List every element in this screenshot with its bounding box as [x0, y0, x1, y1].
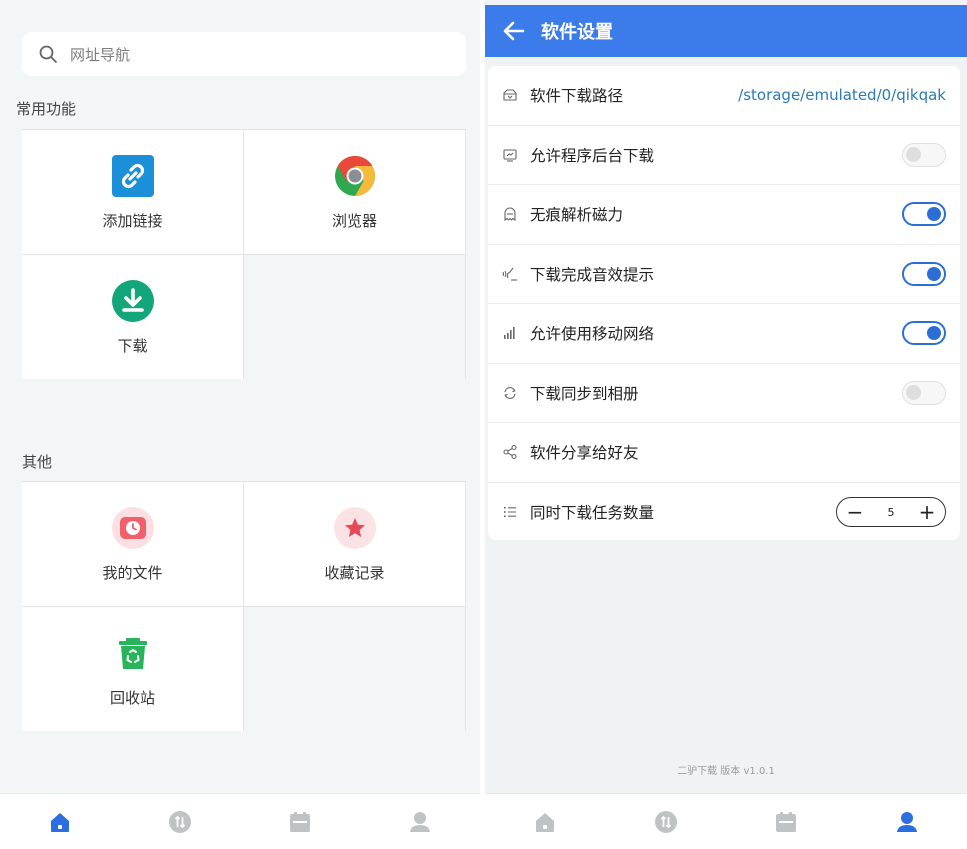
grid-item-label: 添加链接: [102, 211, 163, 230]
grid-item-favorites[interactable]: 收藏记录: [244, 482, 465, 606]
background-download-toggle[interactable]: [902, 142, 946, 167]
user-icon: [410, 811, 430, 832]
setting-download-path[interactable]: 软件下载路径 /storage/emulated/0/qikqak: [488, 66, 960, 126]
user-icon: [896, 811, 917, 832]
setting-label: 允许使用移动网络: [530, 325, 655, 344]
tab-profile[interactable]: [407, 809, 433, 835]
tab-calendar[interactable]: [287, 809, 313, 835]
star-icon: [333, 506, 376, 549]
sync-album-toggle[interactable]: [902, 380, 946, 405]
sync-icon: [504, 386, 516, 399]
grid-empty-cell: [244, 607, 465, 731]
section-title-common: 常用功能: [16, 100, 77, 118]
clock-folder-icon: [111, 506, 154, 549]
incognito-magnet-toggle[interactable]: [902, 202, 946, 227]
folder-icon: [503, 89, 517, 101]
tab-home[interactable]: [47, 809, 73, 835]
home-icon: [536, 812, 555, 832]
setting-concurrent-tasks: 同时下载任务数量 − 5 +: [488, 483, 960, 541]
tab-calendar[interactable]: [773, 809, 799, 835]
ghost-icon: [504, 207, 516, 222]
search-bar[interactable]: 网址导航: [22, 32, 466, 76]
setting-label: 下载同步到相册: [530, 384, 639, 403]
setting-label: 软件下载路径: [530, 87, 624, 106]
bottom-tab-bar: [0, 793, 480, 849]
search-icon: [39, 45, 57, 63]
setting-download-sound: 下载完成音效提示: [488, 245, 960, 304]
transfer-icon: [169, 810, 191, 833]
list-icon: [504, 507, 516, 518]
tab-transfer[interactable]: [653, 809, 679, 835]
chrome-browser-icon: [334, 155, 375, 196]
link-icon: [111, 154, 154, 197]
setting-label: 下载完成音效提示: [530, 265, 655, 284]
grid-item-my-files[interactable]: 我的文件: [22, 482, 243, 606]
download-path-value[interactable]: /storage/emulated/0/qikqak: [738, 86, 946, 104]
setting-label: 允许程序后台下载: [530, 146, 655, 165]
version-text: 二驴下载 版本 v1.0.1: [677, 766, 775, 777]
setting-label: 软件分享给好友: [530, 444, 639, 463]
signal-icon: [504, 327, 515, 340]
grid-item-browser[interactable]: 浏览器: [244, 130, 465, 254]
setting-background-download: 允许程序后台下载: [488, 126, 960, 185]
grid-item-label: 下载: [117, 336, 148, 355]
setting-sync-album: 下载同步到相册: [488, 364, 960, 423]
settings-screen: 软件设置 软件下载路径 /storage/emulated/0/qikqak 允…: [485, 0, 967, 849]
calendar-icon: [290, 811, 310, 832]
grid-item-download[interactable]: 下载: [22, 255, 243, 379]
recycle-bin-icon: [118, 637, 147, 669]
mobile-network-toggle[interactable]: [902, 321, 946, 346]
section-title-other: 其他: [22, 453, 53, 471]
grid-item-add-link[interactable]: 添加链接: [22, 130, 243, 254]
search-placeholder: 网址导航: [70, 45, 131, 64]
page-title: 软件设置: [541, 22, 613, 43]
grid-empty-cell: [244, 255, 465, 379]
calendar-icon: [776, 811, 797, 832]
back-arrow-icon[interactable]: [501, 18, 527, 44]
bottom-tab-bar: [485, 793, 967, 849]
grid-item-label: 回收站: [109, 688, 155, 707]
grid-item-label: 收藏记录: [324, 563, 385, 582]
tab-home[interactable]: [532, 809, 558, 835]
grid-item-recycle-bin[interactable]: 回收站: [22, 607, 243, 731]
setting-incognito-magnet: 无痕解析磁力: [488, 185, 960, 245]
setting-share-app[interactable]: 软件分享给好友: [488, 423, 960, 483]
share-icon: [503, 445, 517, 460]
tab-transfer[interactable]: [167, 809, 193, 835]
download-sound-toggle[interactable]: [902, 261, 946, 286]
other-functions-grid: 我的文件 收藏记录 回收站: [22, 481, 466, 731]
transfer-icon: [654, 810, 677, 833]
app-bar: 软件设置: [485, 5, 967, 57]
increment-button[interactable]: +: [917, 502, 937, 522]
home-icon: [51, 812, 69, 832]
download-icon: [111, 279, 154, 322]
settings-list: 软件下载路径 /storage/emulated/0/qikqak 允许程序后台…: [488, 66, 960, 540]
setting-label: 同时下载任务数量: [530, 504, 655, 523]
setting-label: 无痕解析磁力: [530, 206, 624, 225]
tab-profile[interactable]: [894, 809, 920, 835]
home-screen: 网址导航 常用功能 添加链接 浏览器 下载 其他 我的文件 收藏记录 回收站: [0, 0, 480, 849]
grid-item-label: 浏览器: [331, 211, 377, 230]
stepper-value: 5: [887, 505, 895, 519]
common-functions-grid: 添加链接 浏览器 下载: [22, 129, 466, 379]
monitor-icon: [503, 149, 517, 162]
setting-mobile-network: 允许使用移动网络: [488, 304, 960, 364]
grid-item-label: 我的文件: [102, 563, 163, 582]
concurrent-tasks-stepper: − 5 +: [836, 497, 946, 528]
decrement-button[interactable]: −: [845, 502, 865, 522]
sound-icon: [502, 267, 517, 281]
